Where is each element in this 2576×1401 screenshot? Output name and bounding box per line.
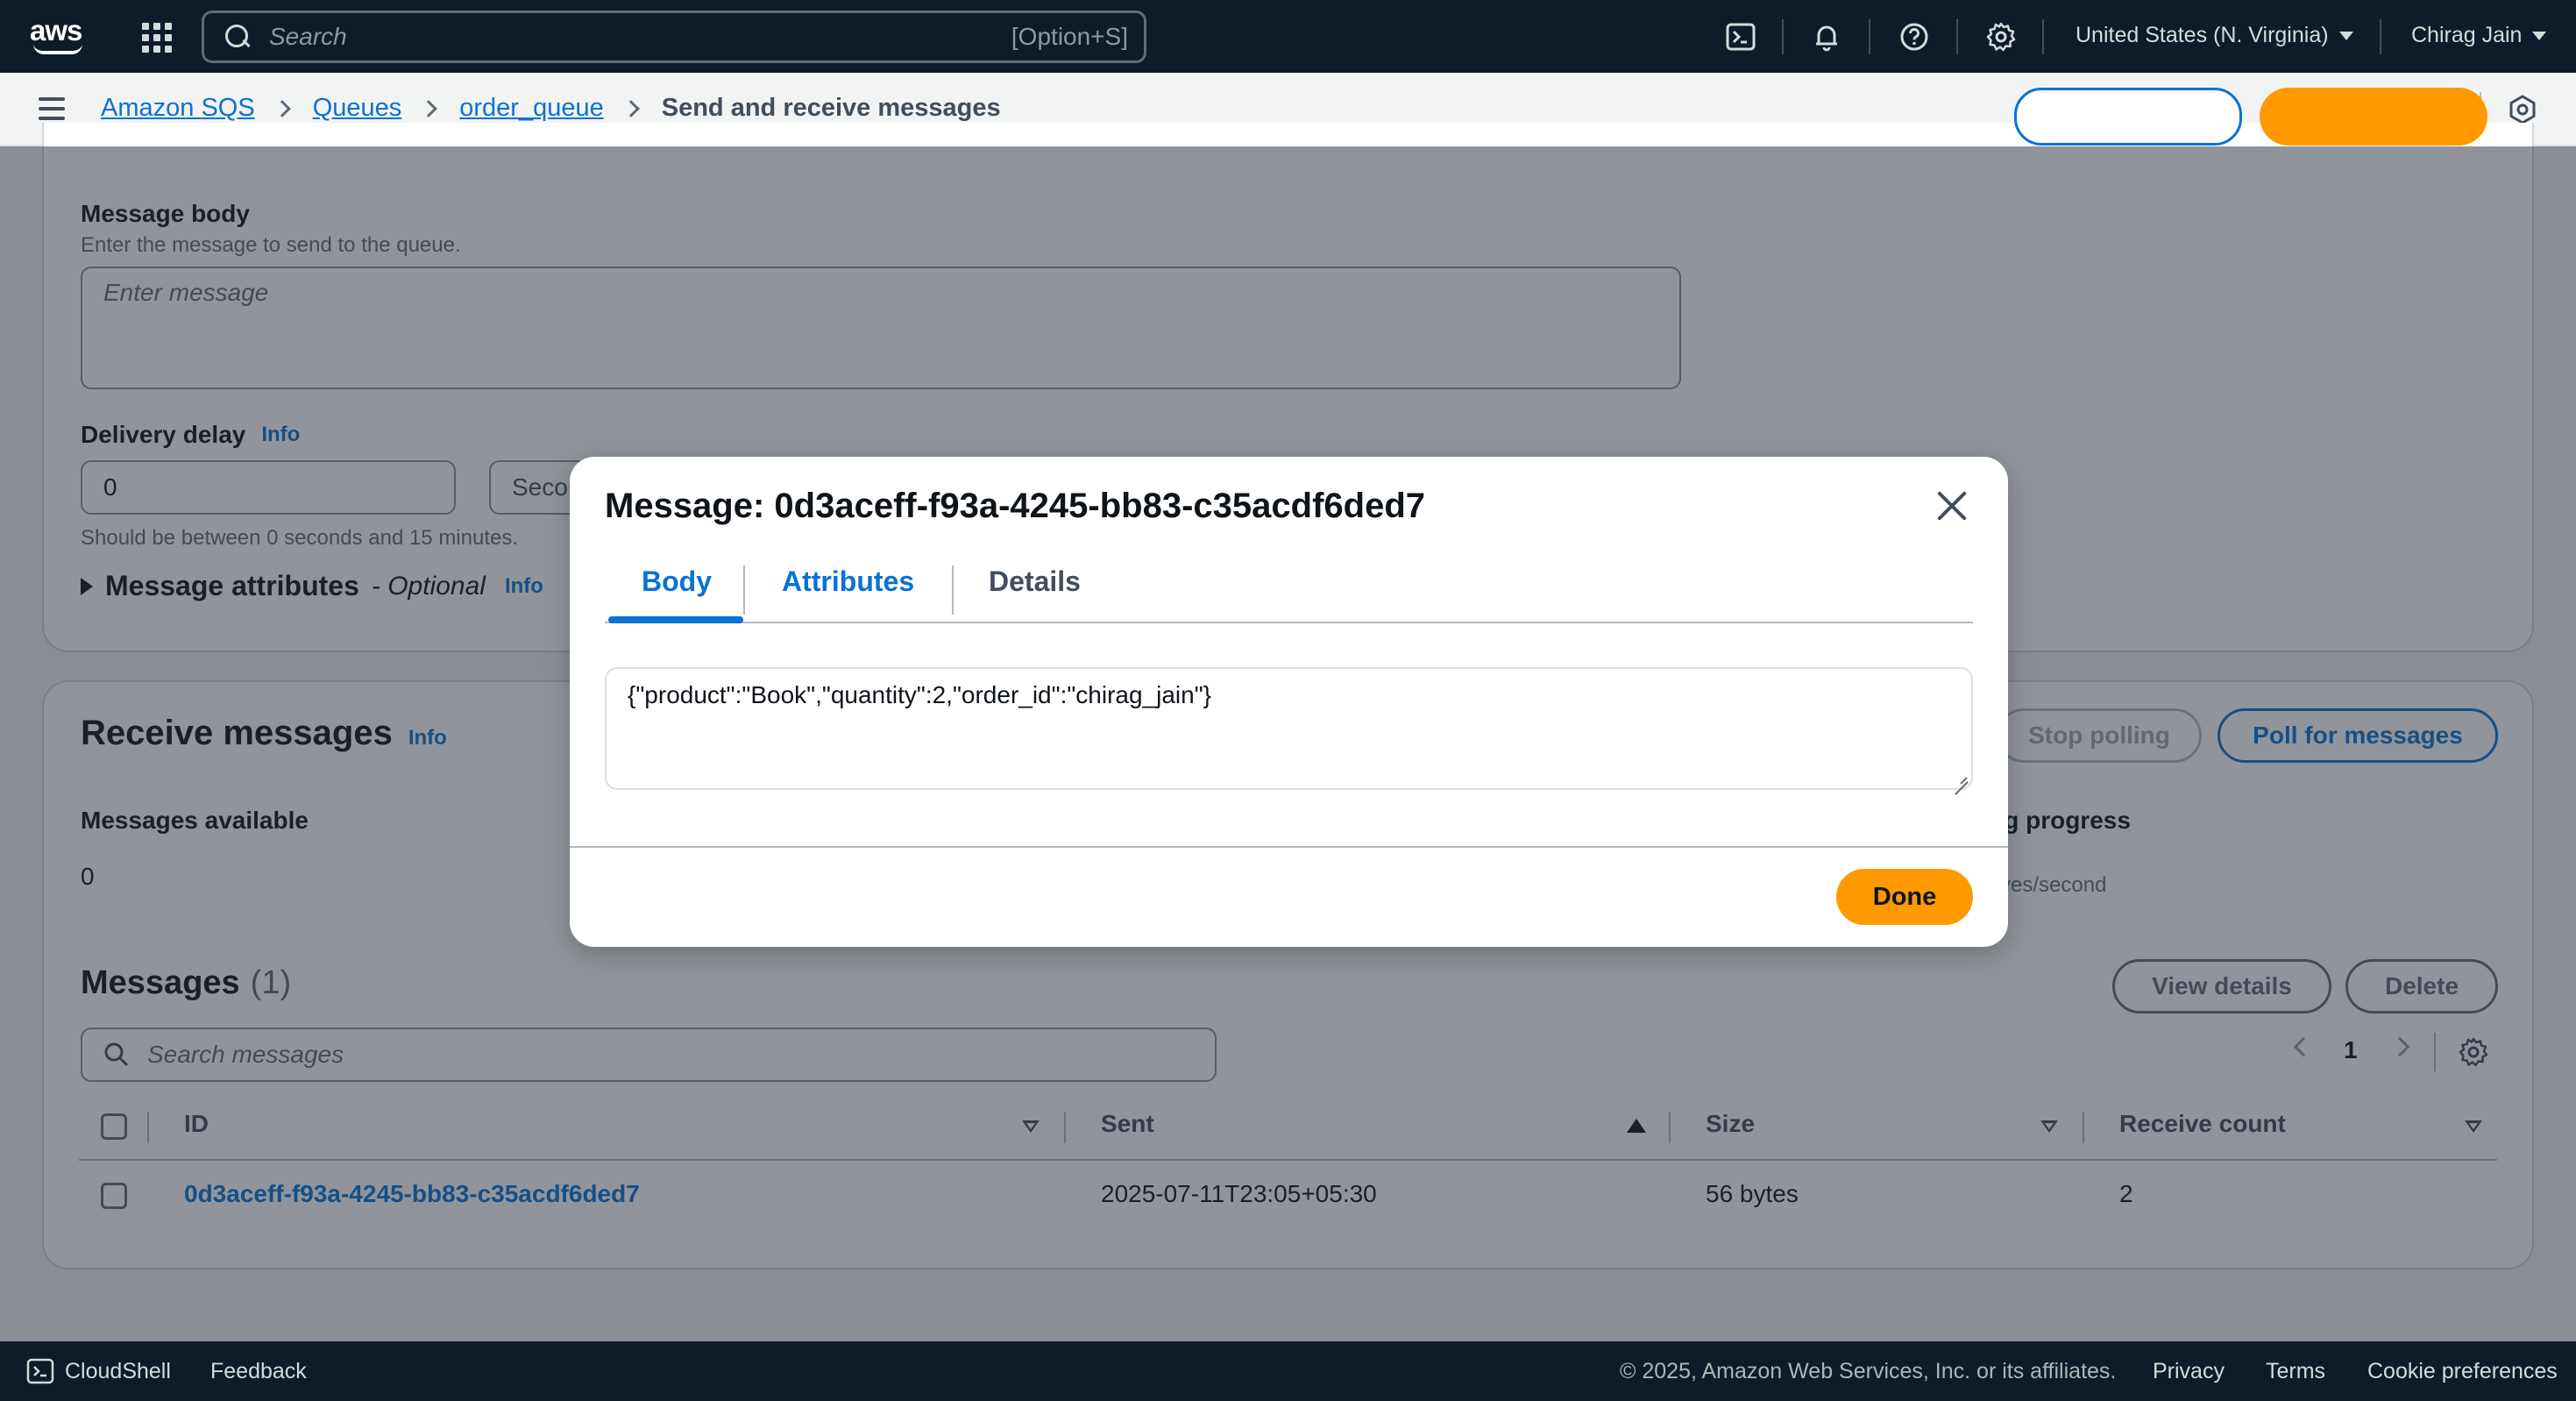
breadcrumb-current: Send and receive messages xyxy=(661,94,1001,122)
cloudshell-icon xyxy=(26,1358,54,1384)
done-button[interactable]: Done xyxy=(1836,869,1973,925)
breadcrumb-amazon-sqs[interactable]: Amazon SQS xyxy=(101,94,255,123)
aws-logo[interactable]: aws xyxy=(30,16,88,56)
chevron-right-icon xyxy=(420,99,438,117)
caret-down-icon xyxy=(2532,32,2547,41)
menu-icon[interactable] xyxy=(39,97,65,120)
nav-divider xyxy=(2380,19,2381,54)
cloudshell-icon xyxy=(1726,23,1756,50)
nav-divider xyxy=(1782,19,1784,54)
resize-handle-icon[interactable] xyxy=(1954,771,1968,785)
footer-cookie-preferences-link[interactable]: Cookie preferences xyxy=(2367,1359,2558,1384)
top-navigation: aws Search [Option+S] United States (N. … xyxy=(0,0,2576,73)
chevron-right-icon xyxy=(273,99,291,117)
tab-body[interactable]: Body xyxy=(642,565,712,598)
footer-terms-link[interactable]: Terms xyxy=(2266,1359,2325,1384)
breadcrumb: Amazon SQS Queues order_queue Send and r… xyxy=(101,94,1001,123)
help-icon xyxy=(1900,23,1928,50)
global-search-input[interactable]: Search [Option+S] xyxy=(202,11,1146,63)
message-body-text: {"product":"Book","quantity":2,"order_id… xyxy=(628,681,1211,708)
aws-smile-icon xyxy=(33,44,82,54)
account-menu[interactable]: Chirag Jain xyxy=(2411,23,2547,48)
tab-divider xyxy=(743,565,745,615)
nav-divider xyxy=(1956,19,1958,54)
settings-button[interactable] xyxy=(1985,0,2017,73)
bell-icon xyxy=(1816,25,1837,51)
footer-cloudshell-link[interactable]: CloudShell xyxy=(65,1359,171,1384)
send-message-button[interactable] xyxy=(2260,88,2487,146)
modal-tabs: Body Attributes Details xyxy=(605,553,1973,623)
tab-details[interactable]: Details xyxy=(989,565,1081,598)
console-footer: CloudShell Feedback © 2025, Amazon Web S… xyxy=(0,1341,2576,1401)
search-icon xyxy=(224,23,252,51)
search-placeholder: Search xyxy=(269,23,347,50)
caret-down-icon xyxy=(2338,32,2353,41)
active-tab-indicator xyxy=(608,616,743,623)
tab-attributes[interactable]: Attributes xyxy=(782,565,914,598)
message-body-viewer[interactable]: {"product":"Book","quantity":2,"order_id… xyxy=(605,667,1973,790)
modal-title: Message: 0d3aceff-f93a-4245-bb83-c35acdf… xyxy=(605,487,1425,525)
search-shortcut: [Option+S] xyxy=(1011,23,1128,50)
gear-icon xyxy=(1986,22,2016,51)
nav-divider xyxy=(1869,19,1870,54)
cloudshell-nav-button[interactable] xyxy=(1725,0,1756,73)
region-label: United States (N. Virginia) xyxy=(2076,23,2329,47)
message-details-modal: Message: 0d3aceff-f93a-4245-bb83-c35acdf… xyxy=(570,457,2008,947)
user-name: Chirag Jain xyxy=(2411,23,2523,47)
breadcrumb-order-queue[interactable]: order_queue xyxy=(459,94,603,123)
aws-logo-text: aws xyxy=(30,14,82,46)
help-button[interactable] xyxy=(1898,0,1930,73)
footer-feedback-link[interactable]: Feedback xyxy=(210,1359,307,1384)
done-label: Done xyxy=(1872,882,1937,911)
modal-footer-divider xyxy=(570,846,2008,848)
chevron-right-icon xyxy=(621,99,640,117)
footer-copyright: © 2025, Amazon Web Services, Inc. or its… xyxy=(1620,1359,2117,1383)
footer-privacy-link[interactable]: Privacy xyxy=(2153,1359,2225,1384)
region-selector[interactable]: United States (N. Virginia) xyxy=(2076,23,2353,48)
tab-divider xyxy=(952,565,954,615)
clear-content-button[interactable] xyxy=(2014,88,2242,146)
nav-divider xyxy=(2042,19,2044,54)
notifications-button[interactable] xyxy=(1811,0,1842,73)
close-icon[interactable] xyxy=(1934,488,1969,523)
breadcrumb-queues[interactable]: Queues xyxy=(313,94,402,123)
services-menu-icon[interactable] xyxy=(142,23,172,53)
hexagon-icon xyxy=(2509,95,2536,124)
